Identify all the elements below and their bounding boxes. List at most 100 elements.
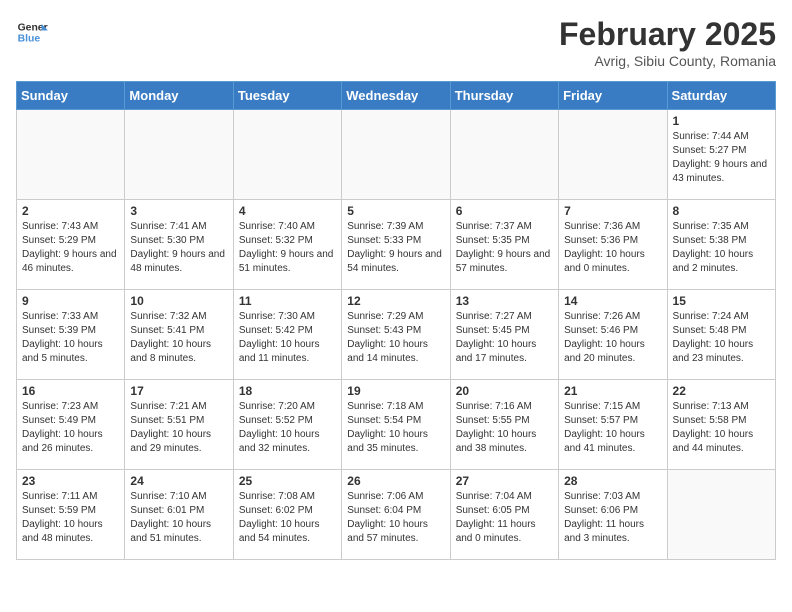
calendar-cell: 28 Sunrise: 7:03 AM Sunset: 6:06 PM Dayli… — [559, 470, 667, 560]
day-number: 11 — [239, 294, 336, 308]
day-number: 14 — [564, 294, 661, 308]
title-block: February 2025 Avrig, Sibiu County, Roman… — [559, 16, 776, 69]
day-info: Sunrise: 7:04 AM Sunset: 6:05 PM Dayligh… — [456, 490, 553, 546]
day-info: Sunrise: 7:24 AM Sunset: 5:48 PM Dayligh… — [673, 310, 770, 366]
day-info: Sunrise: 7:10 AM Sunset: 6:01 PM Dayligh… — [130, 490, 227, 546]
calendar-cell: 6 Sunrise: 7:37 AM Sunset: 5:35 PM Daylig… — [450, 200, 558, 290]
day-info: Sunrise: 7:11 AM Sunset: 5:59 PM Dayligh… — [22, 490, 119, 546]
day-info: Sunrise: 7:33 AM Sunset: 5:39 PM Dayligh… — [22, 310, 119, 366]
day-number: 22 — [673, 384, 770, 398]
day-number: 24 — [130, 474, 227, 488]
day-number: 8 — [673, 204, 770, 218]
calendar-cell: 22 Sunrise: 7:13 AM Sunset: 5:58 PM Dayli… — [667, 380, 775, 470]
day-info: Sunrise: 7:37 AM Sunset: 5:35 PM Dayligh… — [456, 220, 553, 276]
calendar-cell: 17 Sunrise: 7:21 AM Sunset: 5:51 PM Dayli… — [125, 380, 233, 470]
calendar-cell — [342, 110, 450, 200]
calendar-cell: 19 Sunrise: 7:18 AM Sunset: 5:54 PM Dayli… — [342, 380, 450, 470]
day-number: 6 — [456, 204, 553, 218]
day-info: Sunrise: 7:30 AM Sunset: 5:42 PM Dayligh… — [239, 310, 336, 366]
day-info: Sunrise: 7:18 AM Sunset: 5:54 PM Dayligh… — [347, 400, 444, 456]
day-info: Sunrise: 7:13 AM Sunset: 5:58 PM Dayligh… — [673, 400, 770, 456]
calendar-cell: 11 Sunrise: 7:30 AM Sunset: 5:42 PM Dayli… — [233, 290, 341, 380]
calendar-cell — [125, 110, 233, 200]
day-number: 2 — [22, 204, 119, 218]
day-number: 3 — [130, 204, 227, 218]
day-number: 27 — [456, 474, 553, 488]
calendar-cell: 3 Sunrise: 7:41 AM Sunset: 5:30 PM Daylig… — [125, 200, 233, 290]
day-info: Sunrise: 7:15 AM Sunset: 5:57 PM Dayligh… — [564, 400, 661, 456]
day-number: 15 — [673, 294, 770, 308]
location: Avrig, Sibiu County, Romania — [559, 53, 776, 69]
weekday-header-tuesday: Tuesday — [233, 82, 341, 110]
weekday-header-wednesday: Wednesday — [342, 82, 450, 110]
day-info: Sunrise: 7:20 AM Sunset: 5:52 PM Dayligh… — [239, 400, 336, 456]
calendar-cell: 9 Sunrise: 7:33 AM Sunset: 5:39 PM Daylig… — [17, 290, 125, 380]
weekday-header-saturday: Saturday — [667, 82, 775, 110]
weekday-header-monday: Monday — [125, 82, 233, 110]
day-info: Sunrise: 7:43 AM Sunset: 5:29 PM Dayligh… — [22, 220, 119, 276]
day-info: Sunrise: 7:29 AM Sunset: 5:43 PM Dayligh… — [347, 310, 444, 366]
day-number: 19 — [347, 384, 444, 398]
day-info: Sunrise: 7:44 AM Sunset: 5:27 PM Dayligh… — [673, 130, 770, 186]
day-info: Sunrise: 7:35 AM Sunset: 5:38 PM Dayligh… — [673, 220, 770, 276]
calendar-cell: 12Sunrise: 7:29 AM Sunset: 5:43 PM Dayli… — [342, 290, 450, 380]
calendar-cell: 15 Sunrise: 7:24 AM Sunset: 5:48 PM Dayli… — [667, 290, 775, 380]
day-number: 18 — [239, 384, 336, 398]
logo-icon: General Blue — [16, 16, 48, 48]
day-number: 21 — [564, 384, 661, 398]
calendar-cell: 27 Sunrise: 7:04 AM Sunset: 6:05 PM Dayli… — [450, 470, 558, 560]
day-number: 9 — [22, 294, 119, 308]
calendar-cell: 16 Sunrise: 7:23 AM Sunset: 5:49 PM Dayli… — [17, 380, 125, 470]
day-info: Sunrise: 7:26 AM Sunset: 5:46 PM Dayligh… — [564, 310, 661, 366]
calendar-cell: 2 Sunrise: 7:43 AM Sunset: 5:29 PM Daylig… — [17, 200, 125, 290]
calendar-cell: 10 Sunrise: 7:32 AM Sunset: 5:41 PM Dayli… — [125, 290, 233, 380]
day-number: 17 — [130, 384, 227, 398]
month-title: February 2025 — [559, 16, 776, 53]
day-info: Sunrise: 7:39 AM Sunset: 5:33 PM Dayligh… — [347, 220, 444, 276]
day-info: Sunrise: 7:32 AM Sunset: 5:41 PM Dayligh… — [130, 310, 227, 366]
day-info: Sunrise: 7:16 AM Sunset: 5:55 PM Dayligh… — [456, 400, 553, 456]
weekday-header-thursday: Thursday — [450, 82, 558, 110]
calendar-cell: 7 Sunrise: 7:36 AM Sunset: 5:36 PM Daylig… — [559, 200, 667, 290]
weekday-header-sunday: Sunday — [17, 82, 125, 110]
calendar-cell: 20 Sunrise: 7:16 AM Sunset: 5:55 PM Dayli… — [450, 380, 558, 470]
day-info: Sunrise: 7:40 AM Sunset: 5:32 PM Dayligh… — [239, 220, 336, 276]
calendar-cell: 5 Sunrise: 7:39 AM Sunset: 5:33 PM Daylig… — [342, 200, 450, 290]
day-info: Sunrise: 7:41 AM Sunset: 5:30 PM Dayligh… — [130, 220, 227, 276]
day-number: 4 — [239, 204, 336, 218]
day-info: Sunrise: 7:08 AM Sunset: 6:02 PM Dayligh… — [239, 490, 336, 546]
day-number: 25 — [239, 474, 336, 488]
calendar-cell: 14 Sunrise: 7:26 AM Sunset: 5:46 PM Dayli… — [559, 290, 667, 380]
day-info: Sunrise: 7:23 AM Sunset: 5:49 PM Dayligh… — [22, 400, 119, 456]
calendar-cell: 25 Sunrise: 7:08 AM Sunset: 6:02 PM Dayli… — [233, 470, 341, 560]
calendar-cell — [17, 110, 125, 200]
calendar-cell — [559, 110, 667, 200]
day-number: 5 — [347, 204, 444, 218]
day-info: Sunrise: 7:03 AM Sunset: 6:06 PM Dayligh… — [564, 490, 661, 546]
calendar-cell — [233, 110, 341, 200]
logo: General Blue — [16, 16, 48, 48]
day-number: 16 — [22, 384, 119, 398]
calendar-cell: 13 Sunrise: 7:27 AM Sunset: 5:45 PM Dayli… — [450, 290, 558, 380]
day-info: Sunrise: 7:27 AM Sunset: 5:45 PM Dayligh… — [456, 310, 553, 366]
day-number: 26 — [347, 474, 444, 488]
day-number: 10 — [130, 294, 227, 308]
day-number: 7 — [564, 204, 661, 218]
weekday-header-friday: Friday — [559, 82, 667, 110]
day-number: 28 — [564, 474, 661, 488]
calendar-cell: 1 Sunrise: 7:44 AM Sunset: 5:27 PM Daylig… — [667, 110, 775, 200]
calendar-cell: 21 Sunrise: 7:15 AM Sunset: 5:57 PM Dayli… — [559, 380, 667, 470]
calendar-cell: 24 Sunrise: 7:10 AM Sunset: 6:01 PM Dayli… — [125, 470, 233, 560]
calendar-table: SundayMondayTuesdayWednesdayThursdayFrid… — [16, 81, 776, 560]
page-header: General Blue February 2025 Avrig, Sibiu … — [16, 16, 776, 69]
calendar-cell: 4 Sunrise: 7:40 AM Sunset: 5:32 PM Daylig… — [233, 200, 341, 290]
day-info: Sunrise: 7:21 AM Sunset: 5:51 PM Dayligh… — [130, 400, 227, 456]
calendar-cell: 26 Sunrise: 7:06 AM Sunset: 6:04 PM Dayli… — [342, 470, 450, 560]
day-number: 13 — [456, 294, 553, 308]
day-info: Sunrise: 7:06 AM Sunset: 6:04 PM Dayligh… — [347, 490, 444, 546]
day-number: 1 — [673, 114, 770, 128]
day-number: 20 — [456, 384, 553, 398]
calendar-cell — [667, 470, 775, 560]
calendar-cell: 8 Sunrise: 7:35 AM Sunset: 5:38 PM Daylig… — [667, 200, 775, 290]
day-info: Sunrise: 7:36 AM Sunset: 5:36 PM Dayligh… — [564, 220, 661, 276]
